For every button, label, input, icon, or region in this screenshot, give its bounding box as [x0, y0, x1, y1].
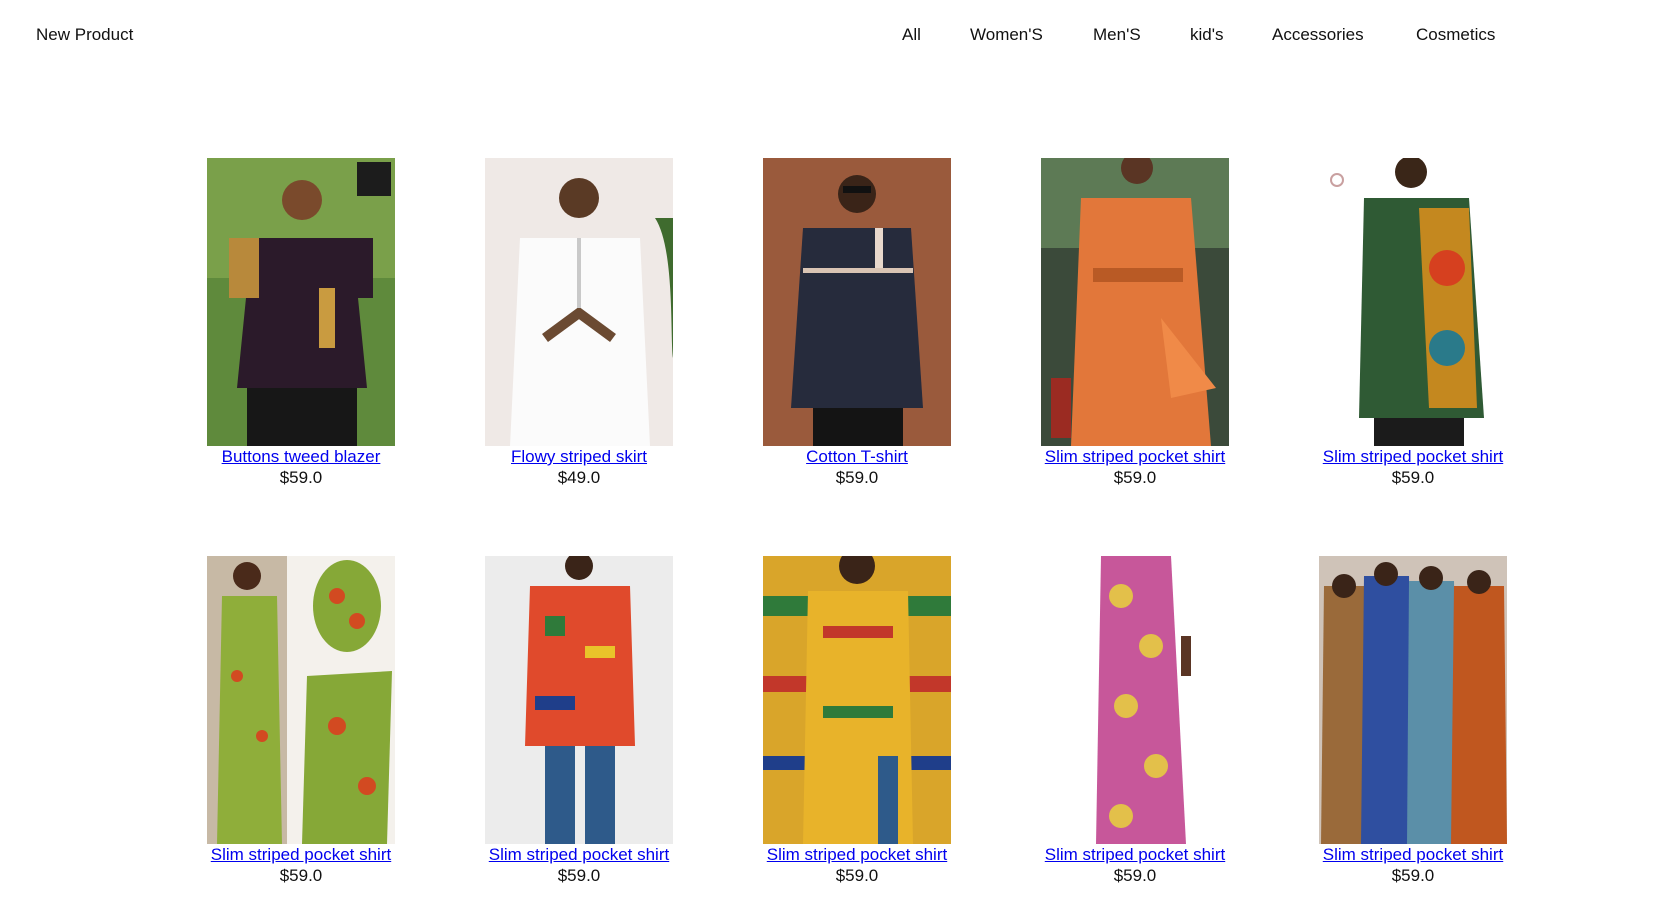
man-dark-shirt-photo: [207, 158, 395, 446]
product-title-link[interactable]: Slim striped pocket shirt: [1283, 446, 1543, 467]
product-card: Slim striped pocket shirt $59.0: [1283, 556, 1543, 886]
product-title-link[interactable]: Slim striped pocket shirt: [1283, 844, 1543, 865]
product-price: $59.0: [835, 468, 879, 487]
woman-print-jumpsuit-fabric-photo: [207, 556, 395, 844]
woman-kente-top-photo: [763, 556, 951, 844]
product-card: Slim striped pocket shirt $59.0: [1005, 556, 1265, 886]
product-price: $59.0: [1391, 866, 1435, 885]
product-image[interactable]: [207, 158, 395, 446]
product-title-link[interactable]: Slim striped pocket shirt: [1005, 844, 1265, 865]
product-price: $59.0: [1113, 468, 1157, 487]
product-image[interactable]: [1041, 556, 1229, 844]
product-grid: Buttons tweed blazer $59.0 Flowy striped…: [0, 0, 1679, 910]
product-image[interactable]: [207, 556, 395, 844]
product-image[interactable]: [485, 158, 673, 446]
product-card: Cotton T-shirt $59.0: [727, 158, 987, 488]
product-image[interactable]: [763, 556, 951, 844]
product-image[interactable]: [763, 158, 951, 446]
woman-pink-print-dress-photo: [1041, 556, 1229, 844]
man-navy-shirt-photo: [763, 158, 951, 446]
product-price: $59.0: [835, 866, 879, 885]
woman-kente-tunic-photo: [485, 556, 673, 844]
product-image[interactable]: [1041, 158, 1229, 446]
man-white-shirt-photo: [485, 158, 673, 446]
product-title-link[interactable]: Cotton T-shirt: [727, 446, 987, 467]
product-card: Flowy striped skirt $49.0: [449, 158, 709, 488]
product-image[interactable]: [485, 556, 673, 844]
product-price: $49.0: [557, 468, 601, 487]
product-image[interactable]: [1319, 158, 1507, 446]
product-card: Slim striped pocket shirt $59.0: [727, 556, 987, 886]
product-price: $59.0: [279, 468, 323, 487]
product-title-link[interactable]: Slim striped pocket shirt: [727, 844, 987, 865]
product-price: $59.0: [1391, 468, 1435, 487]
product-card: Slim striped pocket shirt $59.0: [1005, 158, 1265, 488]
product-title-link[interactable]: Slim striped pocket shirt: [171, 844, 431, 865]
product-price: $59.0: [279, 866, 323, 885]
woman-orange-dress-photo: [1041, 158, 1229, 446]
product-card: Buttons tweed blazer $59.0: [171, 158, 431, 488]
product-title-link[interactable]: Buttons tweed blazer: [171, 446, 431, 467]
women-group-print-dresses-photo: [1319, 556, 1507, 844]
product-price: $59.0: [1113, 866, 1157, 885]
man-green-print-shirt-photo: [1319, 158, 1507, 446]
product-image[interactable]: [1319, 556, 1507, 844]
product-title-link[interactable]: Flowy striped skirt: [449, 446, 709, 467]
product-title-link[interactable]: Slim striped pocket shirt: [449, 844, 709, 865]
product-title-link[interactable]: Slim striped pocket shirt: [1005, 446, 1265, 467]
product-card: Slim striped pocket shirt $59.0: [449, 556, 709, 886]
product-price: $59.0: [557, 866, 601, 885]
product-card: Slim striped pocket shirt $59.0: [171, 556, 431, 886]
product-card: Slim striped pocket shirt $59.0: [1283, 158, 1543, 488]
